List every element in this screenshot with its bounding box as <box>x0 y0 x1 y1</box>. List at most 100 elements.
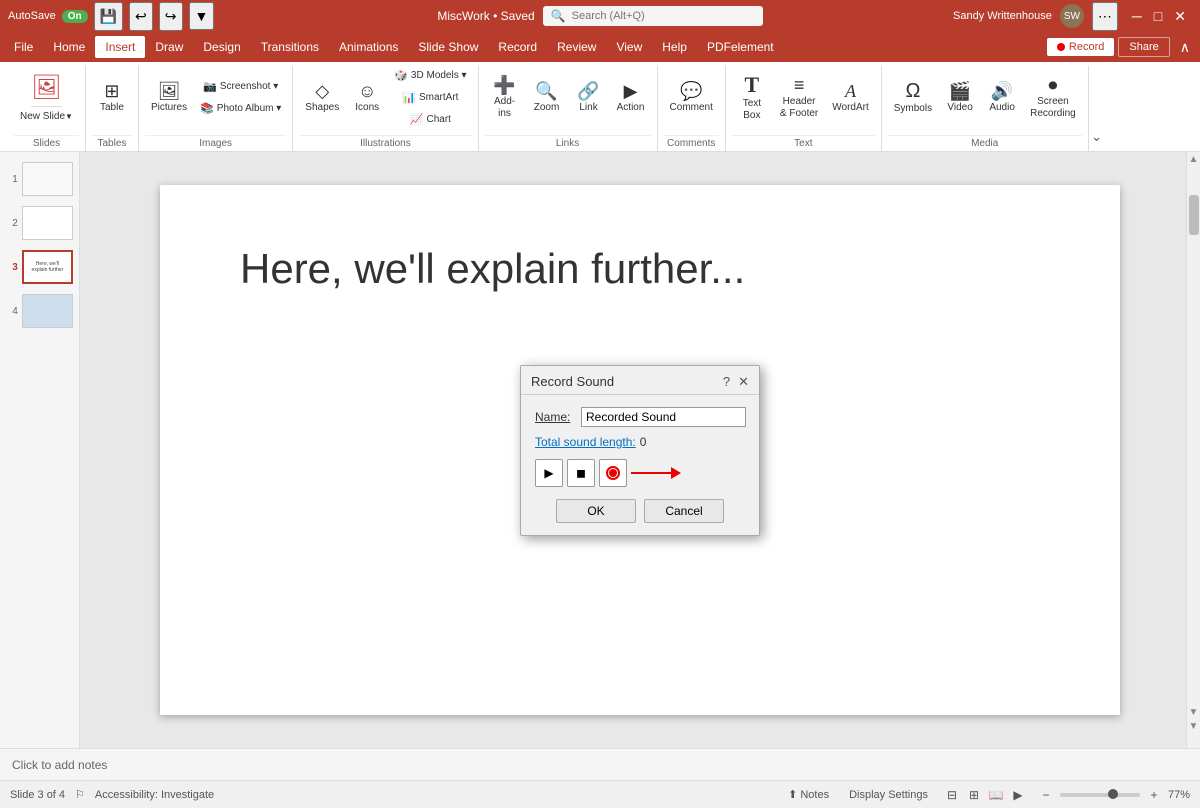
menu-animations[interactable]: Animations <box>329 36 408 58</box>
menu-help[interactable]: Help <box>652 36 697 58</box>
share-icon[interactable]: ⋯ <box>1092 2 1118 31</box>
ribbon-collapse-icon[interactable]: ∧ <box>1174 35 1196 60</box>
play-button[interactable]: ▶ <box>535 459 563 487</box>
audio-button[interactable]: 🔊 Audio <box>982 78 1022 118</box>
chart-button[interactable]: 📈 Chart <box>389 110 471 129</box>
menu-pdfelement[interactable]: PDFelement <box>697 36 784 58</box>
shapes-label: Shapes <box>305 102 339 114</box>
display-settings-button[interactable]: Display Settings <box>843 787 934 803</box>
zoom-out-button[interactable]: − <box>1036 785 1056 805</box>
ok-button[interactable]: OK <box>556 499 636 523</box>
dialog-close-button[interactable]: ✕ <box>738 374 749 390</box>
menu-transitions[interactable]: Transitions <box>251 36 329 58</box>
user-avatar: SW <box>1060 4 1084 28</box>
undo-icon[interactable]: ↩ <box>129 2 153 31</box>
menu-file[interactable]: File <box>4 36 43 58</box>
slide-thumb-1[interactable]: 1 <box>4 160 75 198</box>
screen-recording-button[interactable]: ⏺ ScreenRecording <box>1024 72 1082 124</box>
autosave-toggle[interactable]: On <box>62 10 88 23</box>
slide-preview-4[interactable] <box>22 294 73 328</box>
slide-thumb-3[interactable]: 3 Here, we'llexplain further <box>4 248 75 286</box>
images-items: 🖼 Pictures 📷 Screenshot ▾ 📚 Photo Album … <box>145 66 286 133</box>
pictures-label: Pictures <box>151 102 187 114</box>
reading-view-button[interactable]: 📖 <box>986 785 1006 805</box>
new-slide-button[interactable]: 🖼 New Slide ▼ <box>14 69 79 126</box>
shapes-button[interactable]: ◇ Shapes <box>299 78 345 118</box>
images-group-label: Images <box>145 135 286 151</box>
search-bar[interactable]: 🔍 <box>543 6 763 26</box>
autosave-label: AutoSave <box>8 10 56 22</box>
video-icon: 🎬 <box>949 82 971 100</box>
audio-icon: 🔊 <box>991 82 1013 100</box>
notes-label: Notes <box>800 789 829 801</box>
menu-design[interactable]: Design <box>193 36 250 58</box>
save-icon[interactable]: 💾 <box>94 2 123 31</box>
zoom-slider[interactable] <box>1060 793 1140 797</box>
textbox-label: TextBox <box>743 98 761 122</box>
slideshow-button[interactable]: ▶ <box>1008 785 1028 805</box>
menu-draw[interactable]: Draw <box>145 36 193 58</box>
menu-insert[interactable]: Insert <box>95 36 145 58</box>
slide-preview-3[interactable]: Here, we'llexplain further <box>22 250 73 284</box>
icons-button[interactable]: ☺ Icons <box>347 78 387 118</box>
zoom-button[interactable]: 🔍 Zoom <box>527 78 567 118</box>
screenshot-button[interactable]: 📷 Screenshot ▾ <box>195 77 286 96</box>
stop-button[interactable]: ◼ <box>567 459 595 487</box>
shapes-icon: ◇ <box>315 82 329 100</box>
ribbon-expand[interactable]: ⌄ <box>1089 66 1105 151</box>
slide-preview-1[interactable] <box>22 162 73 196</box>
search-input[interactable] <box>572 10 732 22</box>
comment-button[interactable]: 💬 Comment <box>664 78 719 118</box>
menu-review[interactable]: Review <box>547 36 606 58</box>
zoom-in-button[interactable]: + <box>1144 785 1164 805</box>
zoom-icon: 🔍 <box>535 82 557 100</box>
share-button[interactable]: Share <box>1118 37 1169 57</box>
notes-button[interactable]: ⬆ Notes <box>782 786 835 803</box>
notes-bar[interactable]: Click to add notes <box>0 748 1200 780</box>
action-button[interactable]: ▶ Action <box>611 78 651 118</box>
slide-preview-2[interactable] <box>22 206 73 240</box>
slide-thumb-2[interactable]: 2 <box>4 204 75 242</box>
pictures-button[interactable]: 🖼 Pictures <box>145 78 193 118</box>
scrollbar-thumb[interactable] <box>1189 195 1199 235</box>
menu-view[interactable]: View <box>606 36 652 58</box>
photo-album-button[interactable]: 📚 Photo Album ▾ <box>195 99 286 118</box>
dialog-name-input[interactable] <box>581 407 746 427</box>
zoom-level[interactable]: 77% <box>1168 789 1190 801</box>
addins-button[interactable]: ➕ Add-ins <box>485 72 525 124</box>
record-sound-button[interactable] <box>599 459 627 487</box>
slide-thumb-4[interactable]: 4 <box>4 292 75 330</box>
cancel-button[interactable]: Cancel <box>644 499 724 523</box>
slide-sorter-button[interactable]: ⊞ <box>964 785 984 805</box>
menu-slideshow[interactable]: Slide Show <box>408 36 488 58</box>
action-icon: ▶ <box>624 82 638 100</box>
slide-canvas[interactable]: Here, we'll explain further... Record So… <box>160 185 1120 715</box>
symbols-button[interactable]: Ω Symbols <box>888 77 938 119</box>
customize-icon[interactable]: ▼ <box>189 2 215 30</box>
link-button[interactable]: 🔗 Link <box>569 78 609 118</box>
normal-view-button[interactable]: ⊟ <box>942 785 962 805</box>
menu-record[interactable]: Record <box>488 36 547 58</box>
wordart-button[interactable]: A WordArt <box>826 78 875 118</box>
scrollbar-bottom-icon[interactable]: ▼ <box>1187 721 1200 732</box>
maximize-button[interactable]: □ <box>1148 4 1168 29</box>
video-button[interactable]: 🎬 Video <box>940 78 980 118</box>
close-button[interactable]: ✕ <box>1168 4 1192 29</box>
textbox-button[interactable]: T TextBox <box>732 70 772 126</box>
table-label: Table <box>100 102 124 114</box>
dialog-help-icon[interactable]: ? <box>723 374 730 389</box>
menu-home[interactable]: Home <box>43 36 95 58</box>
vertical-scrollbar[interactable]: ▲ ▼ ▼ <box>1186 152 1200 748</box>
scrollbar-up-icon[interactable]: ▲ <box>1187 154 1200 165</box>
ribbon-groups: 🖼 New Slide ▼ Slides ⊞ Table Tables <box>8 66 1192 151</box>
smartart-button[interactable]: 📊 SmartArt <box>389 88 471 107</box>
redo-icon[interactable]: ↪ <box>159 2 183 31</box>
header-footer-button[interactable]: ≡ Header& Footer <box>774 72 824 124</box>
minimize-button[interactable]: ─ <box>1126 4 1148 29</box>
scrollbar-down-icon[interactable]: ▼ <box>1187 707 1200 718</box>
record-button[interactable]: Record <box>1047 38 1114 56</box>
3dmodels-button[interactable]: 🎲 3D Models ▾ <box>389 66 471 85</box>
table-button[interactable]: ⊞ Table <box>92 78 132 118</box>
record-inner-icon <box>609 469 617 477</box>
accessibility-text[interactable]: Accessibility: Investigate <box>95 789 214 801</box>
